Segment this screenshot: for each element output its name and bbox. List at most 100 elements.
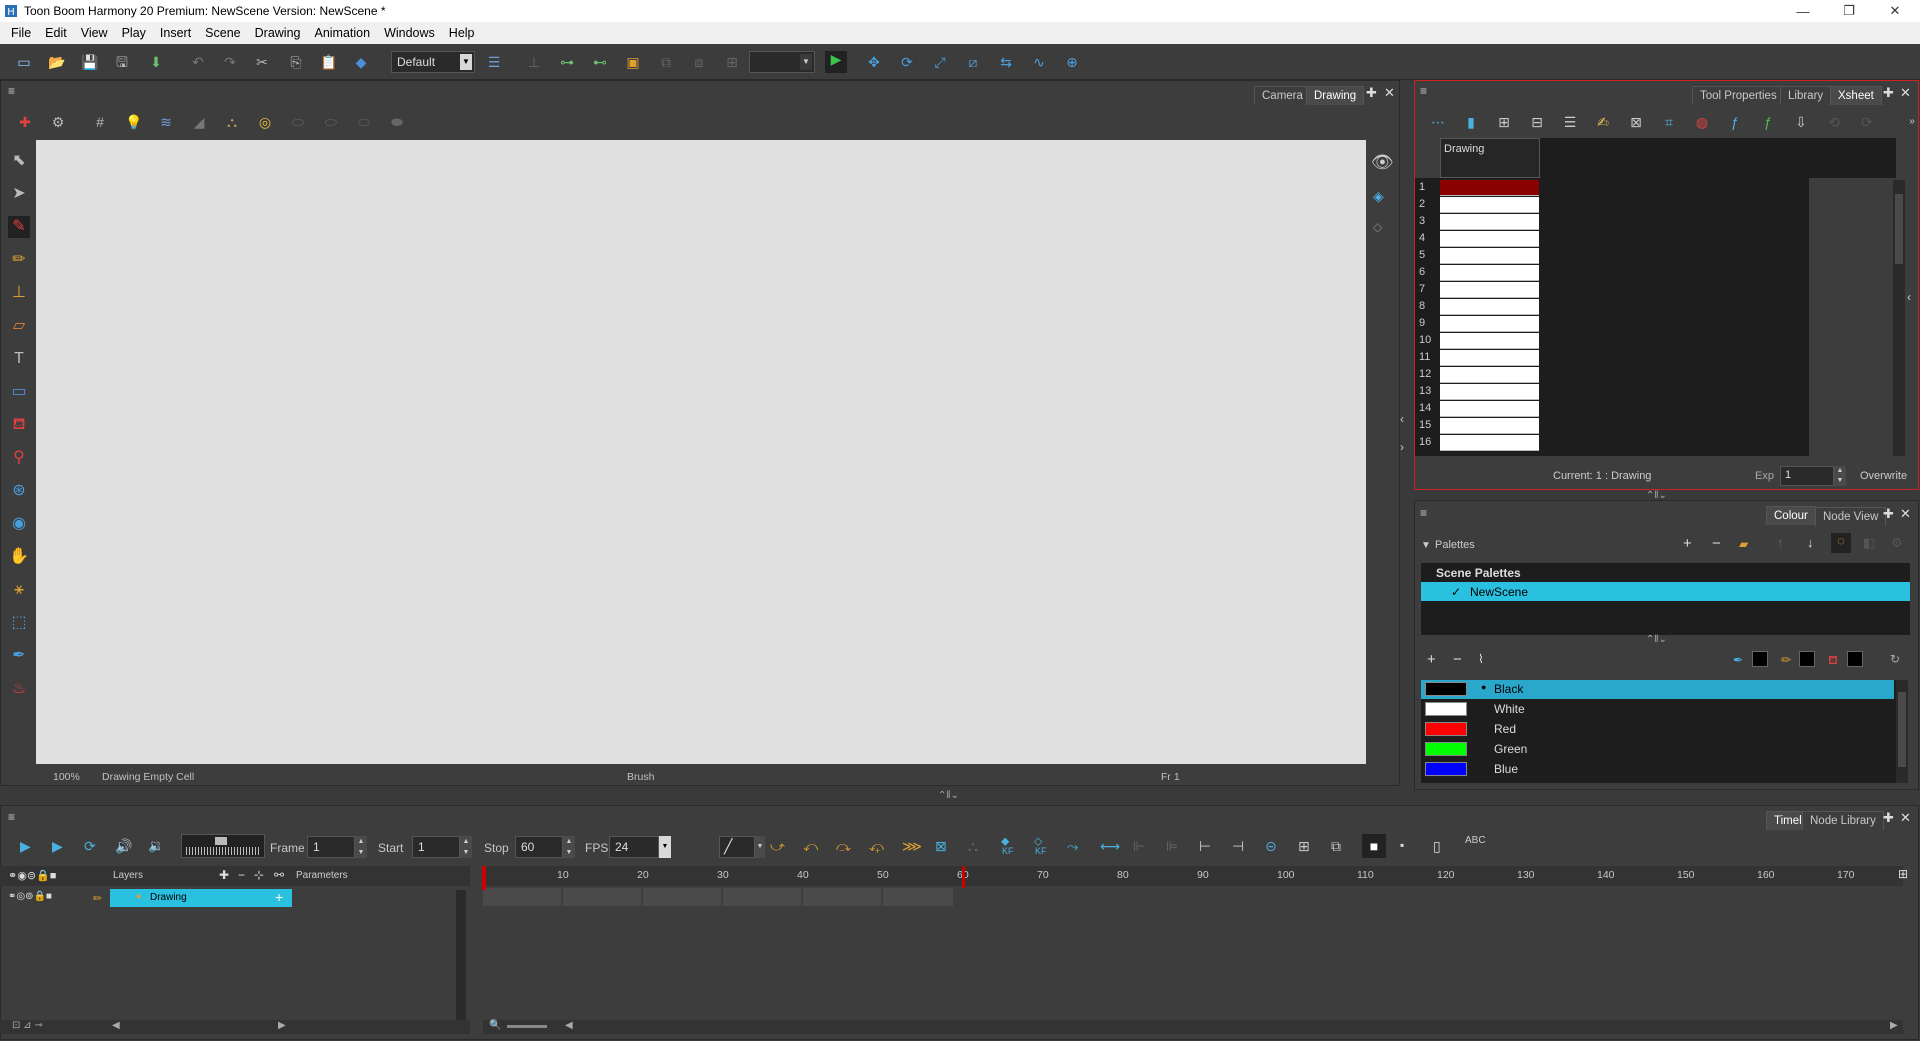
sound-scrub-icon[interactable]: 🔉 bbox=[148, 838, 164, 854]
workspace-dropdown[interactable]: Default ▼ bbox=[391, 51, 475, 73]
drawing-substitution-icon[interactable]: ✍ bbox=[1595, 114, 1611, 130]
node-tree-icon[interactable]: ⊶ bbox=[559, 54, 575, 70]
onion-skin-timeline-icon[interactable]: ⊝ bbox=[1265, 838, 1277, 855]
stepped-icon[interactable]: ⤽ bbox=[869, 838, 884, 855]
motion-icon[interactable]: ⇆ bbox=[998, 54, 1014, 70]
disabled-keyframe-icon[interactable]: ⛬ bbox=[968, 838, 978, 855]
tab-camera[interactable]: Camera bbox=[1254, 86, 1311, 105]
loop-icon[interactable]: ⟳ bbox=[84, 838, 96, 855]
layer-name-cell[interactable]: ● Drawing + bbox=[110, 889, 292, 907]
remove-layer-icon[interactable]: − bbox=[238, 868, 245, 882]
curve-icon[interactable]: ƒ bbox=[1727, 114, 1743, 130]
xsheet-scrollbar[interactable] bbox=[1893, 180, 1905, 456]
more-options-icon[interactable]: ⋯ bbox=[1430, 114, 1446, 130]
layer-row-toggles-icon[interactable]: ⚭◎⊚🔒■ bbox=[8, 891, 52, 902]
maintain-size-icon[interactable]: ⊕ bbox=[1064, 54, 1080, 70]
layer-below-icon[interactable]: ⬭ bbox=[323, 114, 339, 130]
eraser-tool-icon[interactable]: ▱ bbox=[8, 315, 30, 337]
disabled-icon[interactable]: ⊫ bbox=[1166, 838, 1178, 855]
overwrite-mode[interactable]: Overwrite bbox=[1860, 470, 1907, 482]
ease-out-icon[interactable]: ⤺ bbox=[803, 838, 818, 855]
add-layer-icon[interactable]: ✚ bbox=[219, 868, 229, 882]
timeline-end-icon[interactable]: ⊞ bbox=[1898, 867, 1908, 881]
remove-palette-icon[interactable]: − bbox=[1712, 535, 1721, 552]
scale-icon[interactable]: ⤢ bbox=[932, 54, 948, 70]
insert-column-icon[interactable]: ⊞ bbox=[1496, 114, 1512, 130]
menu-insert[interactable]: Insert bbox=[153, 26, 198, 40]
add-view-icon[interactable]: ✚ bbox=[1366, 85, 1377, 101]
remove-colour-icon[interactable]: − bbox=[1453, 651, 1462, 668]
scroll-left-icon[interactable]: ◀ bbox=[565, 1020, 573, 1031]
menu-help[interactable]: Help bbox=[442, 26, 482, 40]
pencil-tool-icon[interactable]: ✏ bbox=[8, 249, 30, 271]
layer-pencil-icon[interactable]: ✏ bbox=[93, 892, 102, 905]
function-icon[interactable]: ⌗ bbox=[1661, 114, 1677, 130]
scroll-right-icon[interactable]: ▶ bbox=[278, 1020, 286, 1031]
ease-icon[interactable]: ƒ bbox=[1760, 114, 1776, 130]
constant-icon[interactable]: ⋙ bbox=[902, 838, 922, 855]
hold-icon[interactable]: ⟷ bbox=[1100, 838, 1120, 855]
stop-input[interactable]: 60 bbox=[515, 836, 563, 858]
menu-view[interactable]: View bbox=[74, 26, 115, 40]
paint-bucket-tool-icon[interactable]: ⛾ bbox=[8, 414, 30, 436]
xsheet-cell[interactable] bbox=[1440, 435, 1539, 451]
menu-animation[interactable]: Animation bbox=[307, 26, 377, 40]
timeline-panel-menu-icon[interactable]: ≡ bbox=[8, 811, 20, 823]
palette-folder-icon[interactable]: ▰ bbox=[1739, 537, 1748, 551]
interpolation-dropdown[interactable]: ╱ bbox=[719, 836, 755, 858]
add-sub-layer-icon[interactable]: + bbox=[275, 889, 283, 905]
tab-colour[interactable]: Colour bbox=[1766, 506, 1816, 525]
rectangle-tool-icon[interactable]: ▭ bbox=[8, 381, 30, 403]
tab-node-view[interactable]: Node View bbox=[1815, 507, 1887, 526]
tab-tool-properties[interactable]: Tool Properties bbox=[1692, 86, 1785, 105]
align-icon[interactable]: ⧉ bbox=[658, 54, 674, 70]
drawing-canvas[interactable] bbox=[36, 140, 1366, 764]
flag-icon[interactable]: ▶ bbox=[825, 51, 847, 73]
layer-above-icon[interactable]: ⬭ bbox=[290, 114, 306, 130]
translate-icon[interactable]: ✥ bbox=[866, 54, 882, 70]
colour-swatch-row[interactable]: Blue bbox=[1421, 760, 1894, 779]
text-tool-icon[interactable]: T bbox=[8, 348, 30, 370]
colour-options-icon[interactable]: ⌇ bbox=[1478, 652, 1484, 666]
menu-play[interactable]: Play bbox=[115, 26, 153, 40]
pen-tool-icon[interactable]: ✒ bbox=[8, 645, 30, 667]
layer-track[interactable] bbox=[483, 888, 953, 906]
fps-input[interactable]: 24 bbox=[609, 836, 659, 858]
disabled-tool-icon[interactable]: ⟳ bbox=[1859, 114, 1875, 130]
xsheet-cell[interactable] bbox=[1440, 214, 1539, 230]
move-down-icon[interactable]: ↓ bbox=[1807, 535, 1814, 550]
colour-swatch-row[interactable]: Green bbox=[1421, 740, 1894, 759]
palette-item-newscene[interactable]: ✓ NewScene bbox=[1421, 582, 1910, 601]
shade-icon[interactable]: ◢ bbox=[191, 114, 207, 130]
close-view-icon[interactable]: ✕ bbox=[1900, 506, 1911, 522]
add-colour-icon[interactable]: + bbox=[1427, 651, 1436, 668]
add-palette-icon[interactable]: + bbox=[1683, 535, 1692, 552]
display-white-icon[interactable]: ▯ bbox=[1433, 838, 1441, 855]
spline-offset-icon[interactable]: ∿ bbox=[1031, 54, 1047, 70]
menu-drawing[interactable]: Drawing bbox=[248, 26, 308, 40]
menu-windows[interactable]: Windows bbox=[377, 26, 442, 40]
grid-view-icon[interactable]: ⊞ bbox=[1298, 838, 1310, 855]
xsheet-cell[interactable] bbox=[1440, 384, 1539, 400]
xsheet-cell[interactable] bbox=[1440, 316, 1539, 332]
secondary-dropdown[interactable]: ▼ bbox=[749, 51, 815, 73]
reset-colour-icon[interactable]: ↻ bbox=[1890, 652, 1900, 666]
tab-library[interactable]: Library bbox=[1780, 86, 1832, 105]
close-view-icon[interactable]: ✕ bbox=[1900, 810, 1911, 826]
colour-swatch-row[interactable]: ● Black bbox=[1421, 680, 1894, 699]
start-input[interactable]: 1 bbox=[412, 836, 460, 858]
cut-icon[interactable]: ✂ bbox=[254, 54, 270, 70]
workspace-manager-icon[interactable]: ☰ bbox=[486, 54, 502, 70]
xsheet-cell[interactable] bbox=[1440, 282, 1539, 298]
xsheet-cell[interactable] bbox=[1440, 333, 1539, 349]
clear-keyframes-icon[interactable]: ⊠ bbox=[935, 838, 947, 855]
disabled-icon[interactable]: ⊩ bbox=[1133, 838, 1145, 855]
remove-column-icon[interactable]: ⊟ bbox=[1529, 114, 1545, 130]
expand-right-icon[interactable]: › bbox=[1400, 440, 1404, 454]
rotate-view-tool-icon[interactable]: ◉ bbox=[8, 513, 30, 535]
xsheet-cell[interactable] bbox=[1440, 180, 1539, 196]
start-stepper[interactable]: ▲ ▼ bbox=[460, 836, 472, 858]
lighting-icon[interactable]: ⛬ bbox=[224, 114, 240, 130]
palette-disabled-icon[interactable]: ◧ bbox=[1863, 535, 1875, 551]
fps-dropdown-icon[interactable]: ▼ bbox=[659, 836, 671, 858]
